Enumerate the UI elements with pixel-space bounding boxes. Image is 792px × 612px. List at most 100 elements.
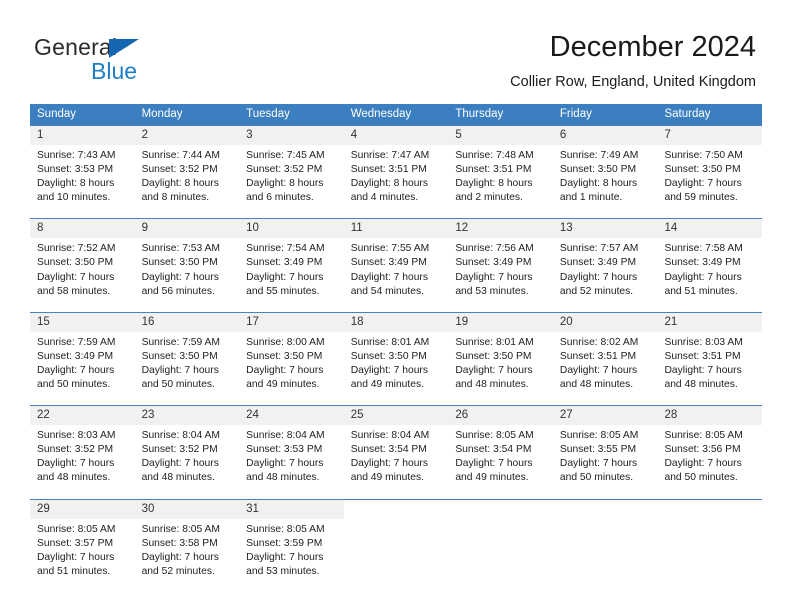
sunrise-text: Sunrise: 7:44 AM <box>141 150 220 161</box>
calendar-day-cell[interactable]: 27 Sunrise: 8:05 AM Sunset: 3:55 PM Dayligh… <box>552 406 658 490</box>
calendar-day-details: Sunrise: 7:58 AM Sunset: 3:49 PM Daylight:… <box>657 238 762 302</box>
calendar-day-cell[interactable]: 7 Sunrise: 7:50 AM Sunset: 3:50 PM Daylight… <box>657 126 763 210</box>
calendar-day-cell[interactable]: 14 Sunrise: 7:58 AM Sunset: 3:49 PM Dayligh… <box>657 219 763 303</box>
sunset-text: Sunset: 3:49 PM <box>37 350 114 362</box>
calendar-day-number: 30 <box>134 499 240 519</box>
sunset-text: Sunset: 3:50 PM <box>455 350 532 362</box>
calendar-day-cell[interactable]: 20 Sunrise: 8:02 AM Sunset: 3:51 PM Dayligh… <box>552 312 658 397</box>
calendar-day-cell[interactable]: 2 Sunrise: 7:44 AM Sunset: 3:52 PM Daylight… <box>134 126 240 210</box>
daylight-text: Daylight: 7 hours and 48 minutes. <box>37 458 115 484</box>
calendar-day-cell-inner: 27 Sunrise: 8:05 AM Sunset: 3:55 PM Dayligh… <box>552 406 658 489</box>
calendar-day-cell[interactable]: 24 Sunrise: 8:04 AM Sunset: 3:53 PM Dayligh… <box>239 406 344 490</box>
calendar-day-details: Sunrise: 8:04 AM Sunset: 3:52 PM Daylight:… <box>135 425 240 489</box>
page-subtitle: Collier Row, England, United Kingdom <box>510 74 756 90</box>
calendar-day-cell-inner: 10 Sunrise: 7:54 AM Sunset: 3:49 PM Dayligh… <box>239 219 344 302</box>
daylight-text: Daylight: 8 hours and 2 minutes. <box>455 178 533 204</box>
calendar-day-details: Sunrise: 8:05 AM Sunset: 3:59 PM Daylight:… <box>239 519 344 583</box>
calendar-week-row: 29 Sunrise: 8:05 AM Sunset: 3:57 PM Dayligh… <box>30 498 763 583</box>
daylight-text: Daylight: 8 hours and 1 minute. <box>559 178 638 204</box>
daylight-text: Daylight: 7 hours and 49 minutes. <box>350 364 429 391</box>
calendar-day-details: Sunrise: 7:45 AM Sunset: 3:52 PM Daylight:… <box>239 145 344 209</box>
calendar-day-details: Sunrise: 7:49 AM Sunset: 3:50 PM Daylight:… <box>553 145 658 209</box>
sunset-text: Sunset: 3:50 PM <box>559 164 637 176</box>
calendar-day-cell[interactable]: 26 Sunrise: 8:05 AM Sunset: 3:54 PM Dayligh… <box>448 406 553 490</box>
calendar-day-cell[interactable]: 15 Sunrise: 7:59 AM Sunset: 3:49 PM Dayligh… <box>30 312 135 397</box>
calendar-day-number: 21 <box>657 312 763 332</box>
calendar-day-number: 20 <box>552 312 658 332</box>
calendar-day-cell[interactable]: 29 Sunrise: 8:05 AM Sunset: 3:57 PM Dayligh… <box>30 499 135 583</box>
calendar-day-cell[interactable]: 18 Sunrise: 8:01 AM Sunset: 3:50 PM Dayligh… <box>343 312 449 397</box>
calendar-day-cell-inner: 12 Sunrise: 7:56 AM Sunset: 3:49 PM Dayligh… <box>448 219 553 302</box>
sunrise-text: Sunrise: 7:54 AM <box>246 243 325 255</box>
sunset-text: Sunset: 3:50 PM <box>141 350 218 362</box>
sunrise-text: Sunrise: 7:52 AM <box>37 243 116 255</box>
calendar-day-cell-inner: 13 Sunrise: 7:57 AM Sunset: 3:49 PM Dayligh… <box>552 219 658 302</box>
sunrise-text: Sunrise: 8:05 AM <box>246 523 325 535</box>
page-header: General Blue December 2024 Collier Row, … <box>0 0 792 96</box>
calendar-day-details: Sunrise: 8:05 AM Sunset: 3:55 PM Daylight:… <box>553 425 658 489</box>
sunrise-text: Sunrise: 8:02 AM <box>559 336 639 348</box>
calendar-day-cell[interactable]: 3 Sunrise: 7:45 AM Sunset: 3:52 PM Daylight… <box>239 126 344 210</box>
calendar-day-cell[interactable]: 9 Sunrise: 7:53 AM Sunset: 3:50 PM Daylight… <box>134 219 240 303</box>
daylight-text: Daylight: 7 hours and 52 minutes. <box>559 271 638 297</box>
calendar-day-cell[interactable]: 4 Sunrise: 7:47 AM Sunset: 3:51 PM Daylight… <box>343 126 449 210</box>
calendar-day-cell-inner: 17 Sunrise: 8:00 AM Sunset: 3:50 PM Dayligh… <box>239 312 344 396</box>
calendar-day-cell[interactable]: 11 Sunrise: 7:55 AM Sunset: 3:49 PM Dayligh… <box>343 219 449 303</box>
calendar-day-cell[interactable]: 1 Sunrise: 7:43 AM Sunset: 3:53 PM Daylight… <box>30 126 135 210</box>
sunrise-text: Sunrise: 8:03 AM <box>664 336 743 348</box>
sunset-text: Sunset: 3:55 PM <box>559 444 637 456</box>
calendar-day-details: Sunrise: 8:05 AM Sunset: 3:56 PM Daylight:… <box>657 425 762 489</box>
calendar-day-cell[interactable]: 30 Sunrise: 8:05 AM Sunset: 3:58 PM Dayligh… <box>134 499 240 583</box>
calendar-day-details: Sunrise: 7:48 AM Sunset: 3:51 PM Daylight:… <box>448 145 553 209</box>
calendar-day-cell[interactable]: 22 Sunrise: 8:03 AM Sunset: 3:52 PM Dayligh… <box>30 406 135 490</box>
calendar-day-cell-inner: 6 Sunrise: 7:49 AM Sunset: 3:50 PM Daylight… <box>552 126 658 209</box>
sunset-text: Sunset: 3:49 PM <box>664 257 741 269</box>
daylight-text: Daylight: 7 hours and 48 minutes. <box>246 458 324 484</box>
calendar-week-row: 1 Sunrise: 7:43 AM Sunset: 3:53 PM Daylight… <box>30 125 763 210</box>
calendar-week-row: 22 Sunrise: 8:03 AM Sunset: 3:52 PM Dayligh… <box>30 405 763 490</box>
calendar-day-number <box>343 499 449 519</box>
calendar-day-cell[interactable]: 21 Sunrise: 8:03 AM Sunset: 3:51 PM Dayligh… <box>657 312 763 397</box>
sunrise-text: Sunrise: 8:05 AM <box>141 523 220 535</box>
calendar-day-cell-inner: 9 Sunrise: 7:53 AM Sunset: 3:50 PM Daylight… <box>134 219 240 302</box>
calendar-day-cell[interactable]: 17 Sunrise: 8:00 AM Sunset: 3:50 PM Dayligh… <box>239 312 344 397</box>
calendar-day-cell[interactable]: 13 Sunrise: 7:57 AM Sunset: 3:49 PM Dayligh… <box>552 219 658 303</box>
sunrise-text: Sunrise: 7:59 AM <box>141 336 220 348</box>
calendar-day-cell[interactable]: 12 Sunrise: 7:56 AM Sunset: 3:49 PM Dayligh… <box>448 219 553 303</box>
calendar-day-cell-inner: 11 Sunrise: 7:55 AM Sunset: 3:49 PM Dayligh… <box>343 219 449 302</box>
calendar-day-number: 6 <box>552 126 658 145</box>
sunset-text: Sunset: 3:51 PM <box>455 164 532 176</box>
calendar-day-details: Sunrise: 7:55 AM Sunset: 3:49 PM Daylight:… <box>344 238 449 302</box>
calendar-day-cell[interactable]: 28 Sunrise: 8:05 AM Sunset: 3:56 PM Dayligh… <box>657 406 763 490</box>
daylight-text: Daylight: 8 hours and 4 minutes. <box>350 178 429 204</box>
calendar-day-cell[interactable]: 5 Sunrise: 7:48 AM Sunset: 3:51 PM Daylight… <box>448 126 553 210</box>
calendar-day-cell[interactable]: 19 Sunrise: 8:01 AM Sunset: 3:50 PM Dayligh… <box>448 312 553 397</box>
calendar-day-number: 1 <box>30 126 135 145</box>
calendar-day-cell[interactable]: 16 Sunrise: 7:59 AM Sunset: 3:50 PM Dayligh… <box>134 312 240 397</box>
daylight-text: Daylight: 7 hours and 48 minutes. <box>141 458 219 484</box>
calendar-day-cell-inner <box>552 499 658 583</box>
calendar-day-number: 23 <box>134 406 240 426</box>
calendar-day-details: Sunrise: 8:01 AM Sunset: 3:50 PM Daylight:… <box>344 332 449 396</box>
daylight-text: Daylight: 8 hours and 10 minutes. <box>37 178 115 204</box>
sunrise-text: Sunrise: 8:03 AM <box>37 430 116 442</box>
calendar-day-number: 2 <box>134 126 240 145</box>
weekday-header-thursday: Thursday <box>455 108 504 120</box>
calendar-day-number: 8 <box>30 219 135 239</box>
calendar-day-cell[interactable]: 25 Sunrise: 8:04 AM Sunset: 3:54 PM Dayligh… <box>343 406 449 490</box>
calendar-day-cell[interactable]: 6 Sunrise: 7:49 AM Sunset: 3:50 PM Daylight… <box>552 126 658 210</box>
calendar-day-cell-empty <box>552 499 658 583</box>
daylight-text: Daylight: 7 hours and 51 minutes. <box>37 551 115 577</box>
sunrise-text: Sunrise: 7:57 AM <box>559 243 639 255</box>
weekday-header-wednesday: Wednesday <box>350 108 412 120</box>
calendar-day-cell[interactable]: 10 Sunrise: 7:54 AM Sunset: 3:49 PM Dayligh… <box>239 219 344 303</box>
calendar-day-cell[interactable]: 8 Sunrise: 7:52 AM Sunset: 3:50 PM Daylight… <box>30 219 135 303</box>
calendar-day-number: 29 <box>30 499 135 519</box>
calendar-day-cell-inner: 7 Sunrise: 7:50 AM Sunset: 3:50 PM Daylight… <box>657 126 763 209</box>
calendar-day-number: 13 <box>552 219 658 239</box>
generalblue-logo[interactable]: General Blue <box>34 34 234 86</box>
daylight-text: Daylight: 7 hours and 50 minutes. <box>559 458 638 484</box>
calendar-day-cell-inner: 22 Sunrise: 8:03 AM Sunset: 3:52 PM Dayligh… <box>30 406 135 489</box>
calendar-day-cell[interactable]: 23 Sunrise: 8:04 AM Sunset: 3:52 PM Dayligh… <box>134 406 240 490</box>
calendar-day-cell[interactable]: 31 Sunrise: 8:05 AM Sunset: 3:59 PM Dayligh… <box>239 499 344 583</box>
